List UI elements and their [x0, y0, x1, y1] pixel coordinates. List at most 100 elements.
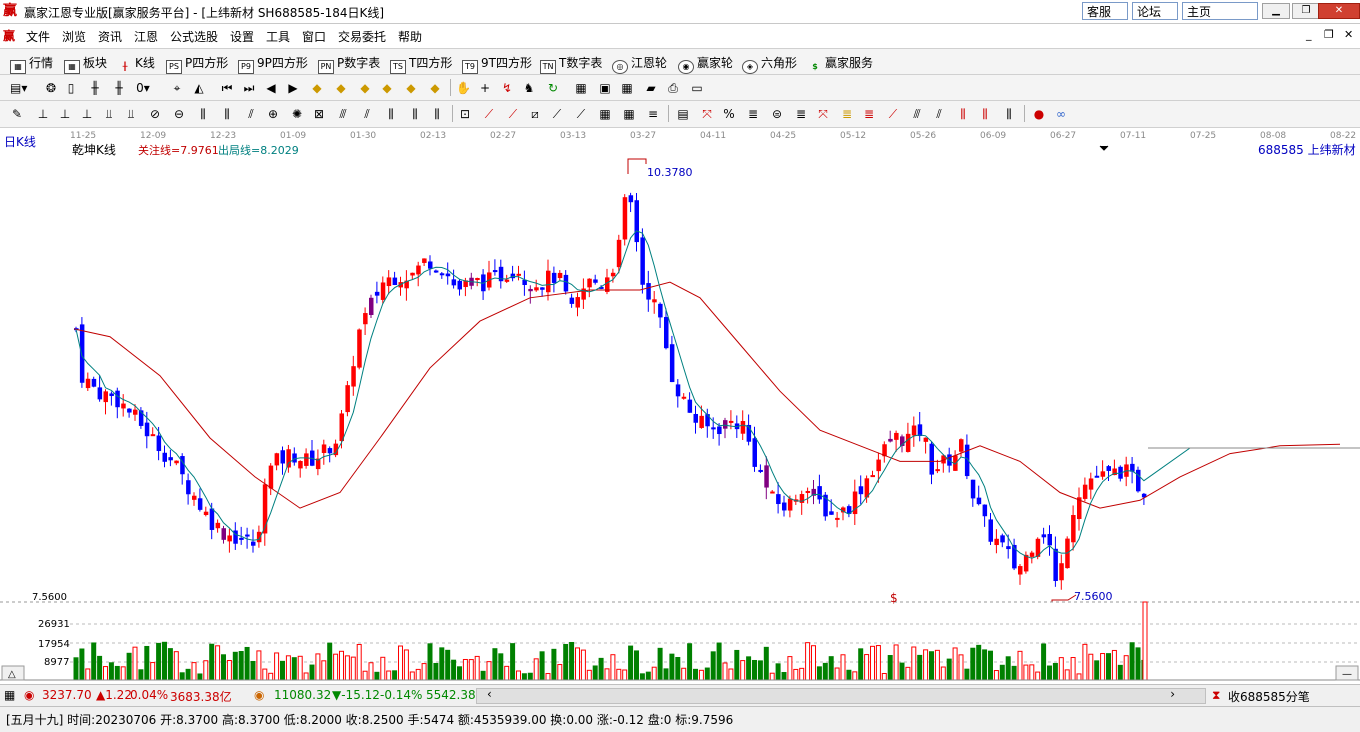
tool-g-icon[interactable]: ≣ [840, 107, 854, 121]
diamond5-icon[interactable]: ◆ [404, 81, 418, 95]
t-square-button[interactable]: TS T四方形 [390, 54, 452, 74]
tool-e-icon[interactable]: ≣ [794, 107, 808, 121]
close-icon[interactable]: ✕ [1318, 3, 1360, 19]
restore-icon[interactable]: ❐ [1292, 3, 1320, 19]
line-tool-4-icon[interactable]: ⫫ [102, 107, 116, 121]
fan-tool-3-icon[interactable]: ⧄ [528, 107, 542, 121]
fan-tool-6-icon[interactable]: ▦ [598, 107, 612, 121]
winner-wheel-button[interactable]: ◉ 赢家轮 [678, 54, 733, 74]
menu-formula[interactable]: 公式选股 [170, 28, 218, 45]
fan-tool-8-icon[interactable]: ≡ [646, 107, 660, 121]
save-icon[interactable]: ▰ [644, 81, 658, 95]
9p-square-button[interactable]: P9 9P四方形 [238, 54, 308, 74]
9t-square-button[interactable]: T9 9T四方形 [462, 54, 532, 74]
diamond6-icon[interactable]: ◆ [428, 81, 442, 95]
homepage-button[interactable]: 主页 [1182, 2, 1258, 20]
chart2-icon[interactable]: ╫ [112, 81, 126, 95]
zigzag-icon[interactable]: ↯ [500, 81, 514, 95]
infinity-icon[interactable]: ∞ [1054, 107, 1068, 121]
kline-button[interactable]: ╫ K线 [118, 54, 155, 73]
quotes-button[interactable]: ▦ 行情 [10, 54, 53, 74]
chart-icon[interactable]: ╫ [88, 81, 102, 95]
tool-h-icon[interactable]: ≣ [862, 107, 876, 121]
right-icon[interactable]: ▶ [286, 81, 300, 95]
print-icon[interactable]: ⎙ [666, 81, 680, 95]
menu-trade[interactable]: 交易委托 [338, 28, 386, 45]
menu-gann[interactable]: 江恩 [134, 28, 158, 45]
menu-browse[interactable]: 浏览 [62, 28, 86, 45]
tick-detail-label[interactable]: 收688585分笔 [1228, 688, 1310, 705]
line-tool-13-icon[interactable]: ⊠ [312, 107, 326, 121]
p-number-table-button[interactable]: PN P数字表 [318, 54, 380, 74]
tool-j-icon[interactable]: ⫻ [910, 107, 924, 121]
line-tool-6-icon[interactable]: ⊘ [148, 107, 162, 121]
kline-chart[interactable]: 11-25 12-09 12-23 01-09 01-30 02-13 02-27 03-13… [0, 128, 1360, 682]
winner-service-button[interactable]: $ 赢家服务 [808, 54, 873, 73]
diamond3-icon[interactable]: ◆ [358, 81, 372, 95]
fan-tool-2-icon[interactable]: ⟋ [506, 107, 520, 121]
fan-tool-5-icon[interactable]: ⟋ [574, 107, 588, 121]
tool-i-icon[interactable]: ⟋ [886, 107, 900, 121]
gann-wheel-button[interactable]: ◎ 江恩轮 [612, 54, 667, 74]
fan-tool-4-icon[interactable]: ⟋ [550, 107, 564, 121]
line-tool-2-icon[interactable]: ⊥ [58, 107, 72, 121]
tool-m-icon[interactable]: ⫼ [978, 107, 992, 121]
mdi-restore-icon[interactable]: ❐ [1324, 28, 1334, 41]
tool-c-icon[interactable]: ≣ [746, 107, 760, 121]
first-icon[interactable]: ⏮ [220, 81, 234, 95]
menu-help[interactable]: 帮助 [398, 28, 422, 45]
scroll-left-icon[interactable]: ‹ [487, 687, 492, 701]
t-number-table-button[interactable]: TN T数字表 [540, 54, 602, 74]
hexagon-button[interactable]: ◈ 六角形 [742, 54, 797, 74]
menu-file[interactable]: 文件 [26, 28, 50, 45]
tool-f-icon[interactable]: ⤧ [816, 107, 830, 121]
menu-news[interactable]: 资讯 [98, 28, 122, 45]
customer-service-button[interactable]: 客服 [1082, 2, 1128, 20]
diamond2-icon[interactable]: ◆ [334, 81, 348, 95]
hand-icon[interactable]: ✋ [456, 81, 471, 95]
period-select-icon[interactable]: ▤▾ [10, 81, 27, 95]
line-tool-1-icon[interactable]: ⊥ [36, 107, 50, 121]
tool-d-icon[interactable]: ⊜ [770, 107, 784, 121]
calculator-icon[interactable]: ▣ [598, 81, 612, 95]
number-select-icon[interactable]: 0▾ [136, 81, 150, 95]
line-tool-5-icon[interactable]: ⫫ [124, 107, 138, 121]
horizontal-scrollbar[interactable]: ‹ › [476, 687, 1206, 704]
tool-l-icon[interactable]: ⫼ [956, 107, 970, 121]
diamond4-icon[interactable]: ◆ [380, 81, 394, 95]
line-tool-12-icon[interactable]: ✺ [290, 107, 304, 121]
minimize-icon[interactable]: ▁ [1262, 3, 1290, 19]
gann-icon[interactable]: ❂ [44, 81, 58, 95]
line-tool-14-icon[interactable]: ⫻ [336, 107, 350, 121]
triangle-icon[interactable]: ◭ [192, 81, 206, 95]
menu-window[interactable]: 窗口 [302, 28, 326, 45]
monitor-icon[interactable]: ▭ [690, 81, 704, 95]
grid-icon[interactable]: ▦ [4, 688, 15, 702]
line-tool-18-icon[interactable]: ⫼ [430, 107, 444, 121]
fan-tool-1-icon[interactable]: ⟋ [482, 107, 496, 121]
mdi-minimize-icon[interactable]: _ [1306, 28, 1312, 41]
percent-icon[interactable]: % [722, 107, 736, 121]
globe-icon[interactable]: ● [1032, 107, 1046, 121]
scroll-right-icon[interactable]: › [1170, 687, 1175, 701]
diamond1-icon[interactable]: ◆ [310, 81, 324, 95]
tool-b-icon[interactable]: ⤧ [700, 107, 714, 121]
mdi-close-icon[interactable]: ✕ [1344, 28, 1353, 41]
forum-button[interactable]: 论坛 [1132, 2, 1178, 20]
line-tool-8-icon[interactable]: ⫼ [196, 107, 210, 121]
crosshair-icon[interactable]: ⌖ [170, 81, 184, 95]
p-square-button[interactable]: PS P四方形 [166, 54, 228, 74]
calendar-icon[interactable]: ▦ [574, 81, 588, 95]
line-tool-15-icon[interactable]: ⫽ [360, 107, 374, 121]
box-tool-icon[interactable]: ⊡ [458, 107, 472, 121]
tool-n-icon[interactable]: ⫼ [1002, 107, 1016, 121]
refresh-icon[interactable]: ↻ [546, 81, 560, 95]
tool-k-icon[interactable]: ⫽ [932, 107, 946, 121]
pencil-icon[interactable]: ✎ [10, 107, 24, 121]
line-tool-9-icon[interactable]: ⫼ [220, 107, 234, 121]
cross-icon[interactable]: + [478, 81, 492, 95]
fan-tool-7-icon[interactable]: ▦ [622, 107, 636, 121]
line-tool-7-icon[interactable]: ⊖ [172, 107, 186, 121]
grid-icon[interactable]: ▦ [620, 81, 634, 95]
line-tool-11-icon[interactable]: ⊕ [266, 107, 280, 121]
